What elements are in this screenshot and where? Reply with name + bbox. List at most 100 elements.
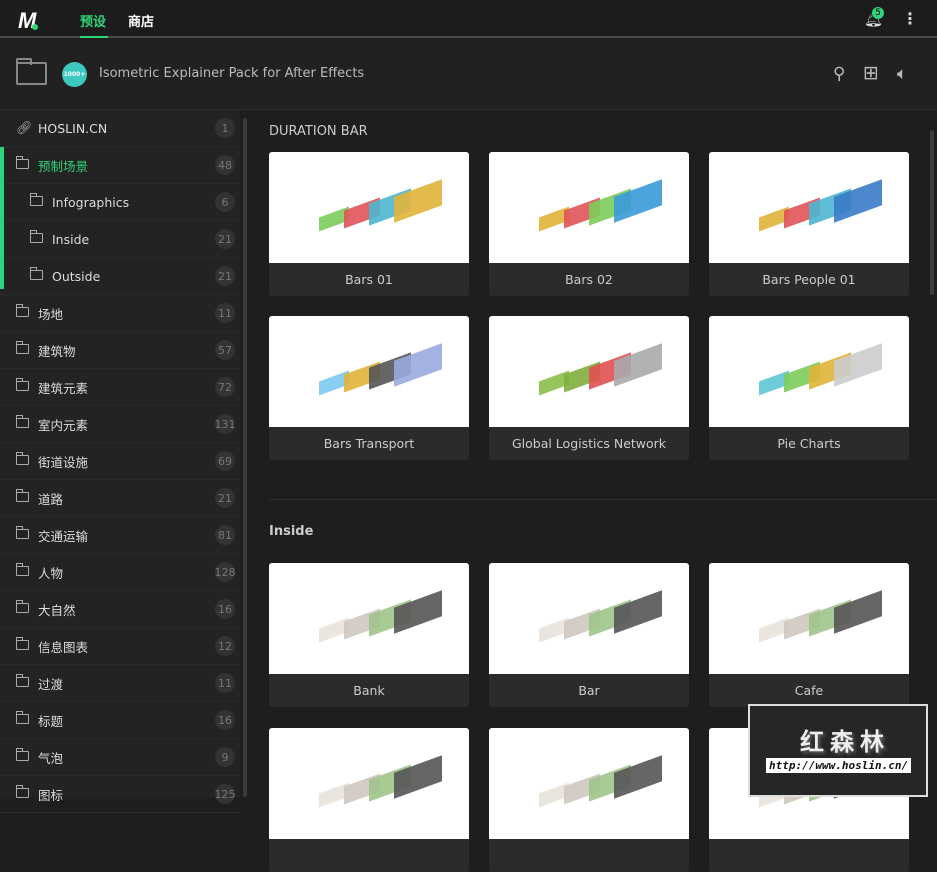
preset-thumbnail	[709, 152, 909, 263]
sidebar-item-label: Inside	[52, 231, 90, 247]
sidebar-item-label: 预制场景	[38, 158, 89, 174]
sidebar-item-label: 交通运输	[38, 528, 89, 544]
section-divider	[269, 499, 937, 500]
sidebar-item-label: 室内元素	[38, 417, 89, 433]
preset-thumbnail	[489, 728, 689, 839]
folder-icon	[15, 784, 30, 802]
preset-card[interactable]: Pie Charts	[709, 316, 909, 460]
sidebar-item[interactable]: Outside 21	[0, 258, 240, 295]
preset-card[interactable]: Cafe	[709, 563, 909, 707]
item-count: 11	[215, 673, 235, 693]
sidebar-item-label: 信息图表	[38, 639, 89, 655]
sidebar-scrollbar[interactable]	[243, 118, 247, 797]
sidebar-item[interactable]: 标题 16	[0, 702, 240, 739]
preset-card-label: Bars People 01	[762, 272, 856, 287]
sidebar-item-label: 标题	[38, 713, 64, 729]
preset-card[interactable]: Bars 01	[269, 152, 469, 296]
preset-card-label: Bars 01	[345, 272, 393, 287]
pack-header: 1000+ Isometric Explainer Pack for After…	[0, 40, 937, 110]
folder-icon	[29, 266, 44, 284]
item-count: 128	[215, 562, 236, 582]
preset-thumbnail	[269, 152, 469, 263]
preset-card-label: Bar	[578, 683, 600, 698]
preset-card[interactable]: Bar	[489, 563, 689, 707]
sidebar-item[interactable]: 场地 11	[0, 295, 240, 332]
folder-icon	[15, 488, 30, 506]
preset-card[interactable]: Bars 02	[489, 152, 689, 296]
sidebar-item[interactable]: 室内元素 131	[0, 406, 240, 443]
preset-card[interactable]	[269, 728, 469, 872]
tab-presets[interactable]: 预设	[80, 11, 106, 30]
volume-icon[interactable]: 🔈︎	[897, 64, 907, 84]
preset-card-label: Bars Transport	[323, 436, 415, 451]
preset-card-label: Pie Charts	[777, 436, 841, 451]
content-scrollbar[interactable]	[930, 130, 934, 295]
sidebar-item[interactable]: 预制场景 48	[0, 147, 240, 184]
sidebar-item-label: 建筑元素	[38, 380, 89, 396]
section-title: Inside	[269, 524, 314, 539]
sidebar-item[interactable]: 建筑元素 72	[0, 369, 240, 406]
folder-icon	[15, 747, 30, 765]
folder-icon	[15, 451, 30, 469]
sidebar-item[interactable]: 人物 128	[0, 554, 240, 591]
active-category-indicator	[0, 147, 4, 289]
preset-card[interactable]: Bars People 01	[709, 152, 909, 296]
thumbnail-shape	[394, 179, 442, 223]
sidebar-item[interactable]: 道路 21	[0, 480, 240, 517]
grid-view-icon[interactable]: ⊞	[863, 62, 879, 84]
preset-card[interactable]	[489, 728, 689, 872]
thumbnail-shape	[834, 343, 882, 387]
sidebar-item[interactable]: 信息图表 12	[0, 628, 240, 665]
sidebar-item[interactable]: 图标 125	[0, 776, 240, 813]
sidebar-item-label: 过渡	[38, 676, 64, 692]
content-area: DURATION BAR Inside Bars 01 Bars 02 Bars P…	[250, 110, 937, 872]
item-count: 125	[215, 784, 236, 804]
pack-icon: 1000+	[62, 62, 87, 87]
folder-icon[interactable]	[16, 58, 47, 85]
item-count: 57	[215, 340, 235, 360]
item-count: 21	[215, 229, 235, 249]
folder-icon	[15, 710, 30, 728]
thumbnail-shape	[614, 755, 662, 799]
sidebar-item-label: 大自然	[38, 602, 76, 618]
preset-card-label: Global Logistics Network	[511, 436, 667, 451]
preset-thumbnail	[269, 316, 469, 427]
preset-card[interactable]: Bars Transport	[269, 316, 469, 460]
sidebar-item-label: HOSLIN.CN	[38, 120, 108, 136]
preset-thumbnail	[269, 563, 469, 674]
sidebar-item[interactable]: 建筑物 57	[0, 332, 240, 369]
item-count: 69	[215, 451, 235, 471]
item-count: 11	[215, 303, 235, 323]
preset-card[interactable]: Bank	[269, 563, 469, 707]
folder-icon	[15, 636, 30, 654]
item-count: 21	[215, 266, 235, 286]
sidebar-item[interactable]: 过渡 11	[0, 665, 240, 702]
folder-icon	[29, 229, 44, 247]
sidebar-item[interactable]: Infographics 6	[0, 184, 240, 221]
sidebar-item-label: 道路	[38, 491, 64, 507]
item-count: 6	[215, 192, 235, 212]
sidebar-item[interactable]: 气泡 9	[0, 739, 240, 776]
thumbnail-shape	[394, 590, 442, 634]
app-logo[interactable]: M	[18, 8, 38, 34]
thumbnail-shape	[834, 179, 882, 223]
thumbnail-shape	[614, 343, 662, 387]
sidebar-item[interactable]: 街道设施 69	[0, 443, 240, 480]
item-count: 16	[215, 599, 235, 619]
section-title: DURATION BAR	[269, 124, 368, 139]
sidebar-item[interactable]: 交通运输 81	[0, 517, 240, 554]
preset-thumbnail	[709, 563, 909, 674]
watermark: 红森林 http://www.hoslin.cn/	[748, 704, 928, 797]
sidebar-item-label: 气泡	[38, 750, 64, 766]
tab-store[interactable]: 商店	[128, 11, 154, 30]
sidebar-item[interactable]: Inside 21	[0, 221, 240, 258]
watermark-url: http://www.hoslin.cn/	[766, 758, 912, 773]
search-icon[interactable]: ⚲	[833, 64, 845, 84]
preset-card-label: Bank	[353, 683, 385, 698]
preset-card[interactable]: Global Logistics Network	[489, 316, 689, 460]
sidebar-item[interactable]: 🔗︎ HOSLIN.CN 1	[0, 110, 240, 147]
sidebar-item-label: 建筑物	[38, 343, 76, 359]
more-menu-icon[interactable]: ⋮	[902, 9, 918, 28]
folder-icon	[15, 340, 30, 358]
sidebar-item[interactable]: 大自然 16	[0, 591, 240, 628]
